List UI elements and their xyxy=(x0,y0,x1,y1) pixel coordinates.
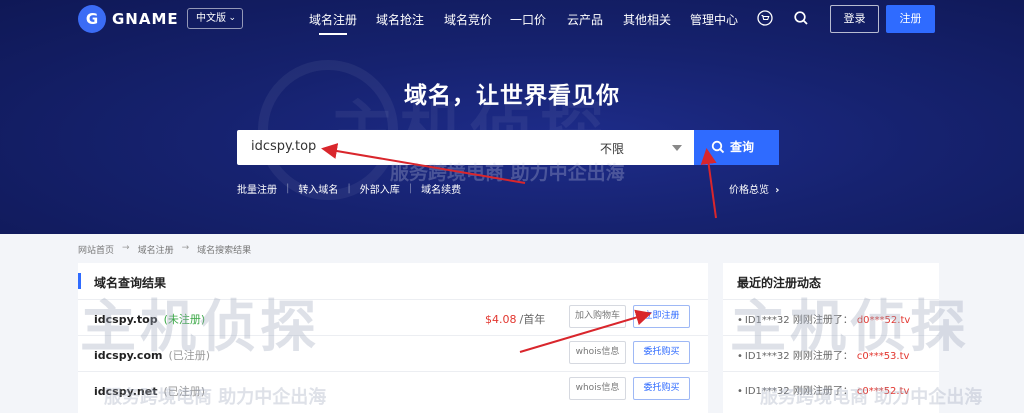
feed-domain: c0***53.tv xyxy=(856,351,910,362)
feed-domain: d0***52.tv xyxy=(856,315,911,326)
language-label: 中文版 xyxy=(196,13,226,24)
suffix-select[interactable]: 不限 xyxy=(600,140,690,158)
login-button[interactable]: 登录 xyxy=(830,5,879,33)
feed-domain: c0***52.tv xyxy=(856,386,910,397)
feed-prefix: ID1***32 刚刚注册了： xyxy=(744,351,853,362)
result-row: idcspy.net (已注册) whois信息 委托购买 xyxy=(78,371,708,407)
price-unit: /首年 xyxy=(519,313,546,326)
arrow-right-icon: → xyxy=(122,243,130,253)
feed-prefix: ID1***32 刚刚注册了： xyxy=(744,315,853,326)
link-renew[interactable]: 域名续费 xyxy=(421,181,461,196)
search-button-label: 查询 xyxy=(730,140,755,154)
chevron-down-icon: ⌄ xyxy=(228,13,236,23)
divider: | xyxy=(408,183,413,194)
arrow-right-icon: → xyxy=(181,243,190,253)
breadcrumb-current: 域名搜索结果 xyxy=(197,246,252,256)
breadcrumb: 网站首页 → 域名注册 → 域名搜索结果 xyxy=(78,243,251,256)
result-price: $4.08/首年 xyxy=(485,311,545,327)
nav-item-domain-snap[interactable]: 域名抢注 xyxy=(376,11,424,28)
nav-item-console[interactable]: 管理中心 xyxy=(690,11,738,28)
price-value: $4.08 xyxy=(485,313,517,326)
domain-name-text: idcspy.com xyxy=(94,349,163,362)
price-overview-link[interactable]: 价格总览 › xyxy=(729,181,779,196)
feed-item: • ID1***32 刚刚注册了： c0***52.tv xyxy=(737,382,909,397)
quick-links: 批量注册 | 转入域名 | 外部入库 | 域名续费 xyxy=(237,181,461,196)
status-badge: (未注册) xyxy=(163,313,206,326)
recent-title: 最近的注册动态 xyxy=(737,276,822,290)
register-button[interactable]: 注册 xyxy=(886,5,935,33)
domain-results-panel: 域名查询结果 idcspy.top (未注册) $4.08/首年 加入购物车 立即… xyxy=(78,263,708,413)
result-row: idcspy.com (已注册) whois信息 委托购买 xyxy=(78,335,708,371)
divider xyxy=(723,335,939,336)
cart-icon[interactable] xyxy=(757,10,773,26)
bullet: • xyxy=(737,315,743,326)
nav-item-fixed-price[interactable]: 一口价 xyxy=(510,11,546,28)
broker-buy-button[interactable]: 委托购买 xyxy=(633,341,690,364)
search-icon[interactable] xyxy=(793,10,809,26)
caret-down-icon xyxy=(672,145,682,151)
status-badge: (已注册) xyxy=(163,385,206,398)
domain-search-input[interactable] xyxy=(251,139,571,154)
status-badge: (已注册) xyxy=(168,349,211,362)
add-to-cart-button[interactable]: 加入购物车 xyxy=(569,305,626,328)
bullet: • xyxy=(737,351,743,362)
divider: | xyxy=(347,183,351,194)
search-button[interactable]: 查询 xyxy=(694,130,779,165)
logo-text[interactable]: GNAME xyxy=(112,10,179,28)
domain-name-text: idcspy.net xyxy=(94,385,158,398)
breadcrumb-domain-register[interactable]: 域名注册 xyxy=(138,243,174,256)
search-icon xyxy=(711,140,725,154)
link-external-import[interactable]: 外部入库 xyxy=(360,181,400,196)
whois-button[interactable]: whois信息 xyxy=(569,341,626,364)
divider xyxy=(723,371,939,372)
link-transfer-in[interactable]: 转入域名 xyxy=(298,181,338,196)
top-nav: G GNAME 中文版 ⌄ 域名注册 域名抢注 域名竞价 一口价 云产品 其他相… xyxy=(0,0,1024,38)
breadcrumb-home[interactable]: 网站首页 xyxy=(78,243,114,256)
divider xyxy=(723,299,939,300)
title-accent xyxy=(78,273,81,289)
register-now-button[interactable]: 立即注册 xyxy=(633,305,690,328)
chevron-right-icon: › xyxy=(775,185,780,196)
domain-name-text: idcspy.top xyxy=(94,313,158,326)
nav-item-cloud[interactable]: 云产品 xyxy=(567,11,603,28)
gname-logo-icon[interactable]: G xyxy=(78,5,106,33)
broker-buy-button[interactable]: 委托购买 xyxy=(633,377,690,400)
result-domain: idcspy.com (已注册) xyxy=(94,347,210,363)
feed-item: • ID1***32 刚刚注册了： d0***52.tv xyxy=(737,311,910,326)
feed-item: • ID1***32 刚刚注册了： c0***53.tv xyxy=(737,347,909,362)
link-bulk-register[interactable]: 批量注册 xyxy=(237,181,277,196)
feed-prefix: ID1***32 刚刚注册了： xyxy=(744,386,853,397)
nav-item-others[interactable]: 其他相关 xyxy=(623,11,671,28)
whois-button[interactable]: whois信息 xyxy=(569,377,626,400)
nav-item-domain-register[interactable]: 域名注册 xyxy=(309,11,357,35)
recent-registrations-panel: 最近的注册动态 • ID1***32 刚刚注册了： d0***52.tv • ID1*… xyxy=(723,263,939,413)
result-domain: idcspy.top (未注册) xyxy=(94,311,205,327)
price-overview-label: 价格总览 xyxy=(729,185,769,196)
nav-item-domain-auction[interactable]: 域名竞价 xyxy=(444,11,492,28)
result-domain: idcspy.net (已注册) xyxy=(94,383,205,399)
divider: | xyxy=(286,183,290,194)
results-title: 域名查询结果 xyxy=(94,276,167,290)
bullet: • xyxy=(737,386,743,397)
result-row: idcspy.top (未注册) $4.08/首年 加入购物车 立即注册 xyxy=(78,299,708,335)
language-select[interactable]: 中文版 ⌄ xyxy=(187,8,243,29)
suffix-selected-label: 不限 xyxy=(600,142,625,156)
hero-slogan: 域名，让世界看见你 xyxy=(404,83,620,109)
